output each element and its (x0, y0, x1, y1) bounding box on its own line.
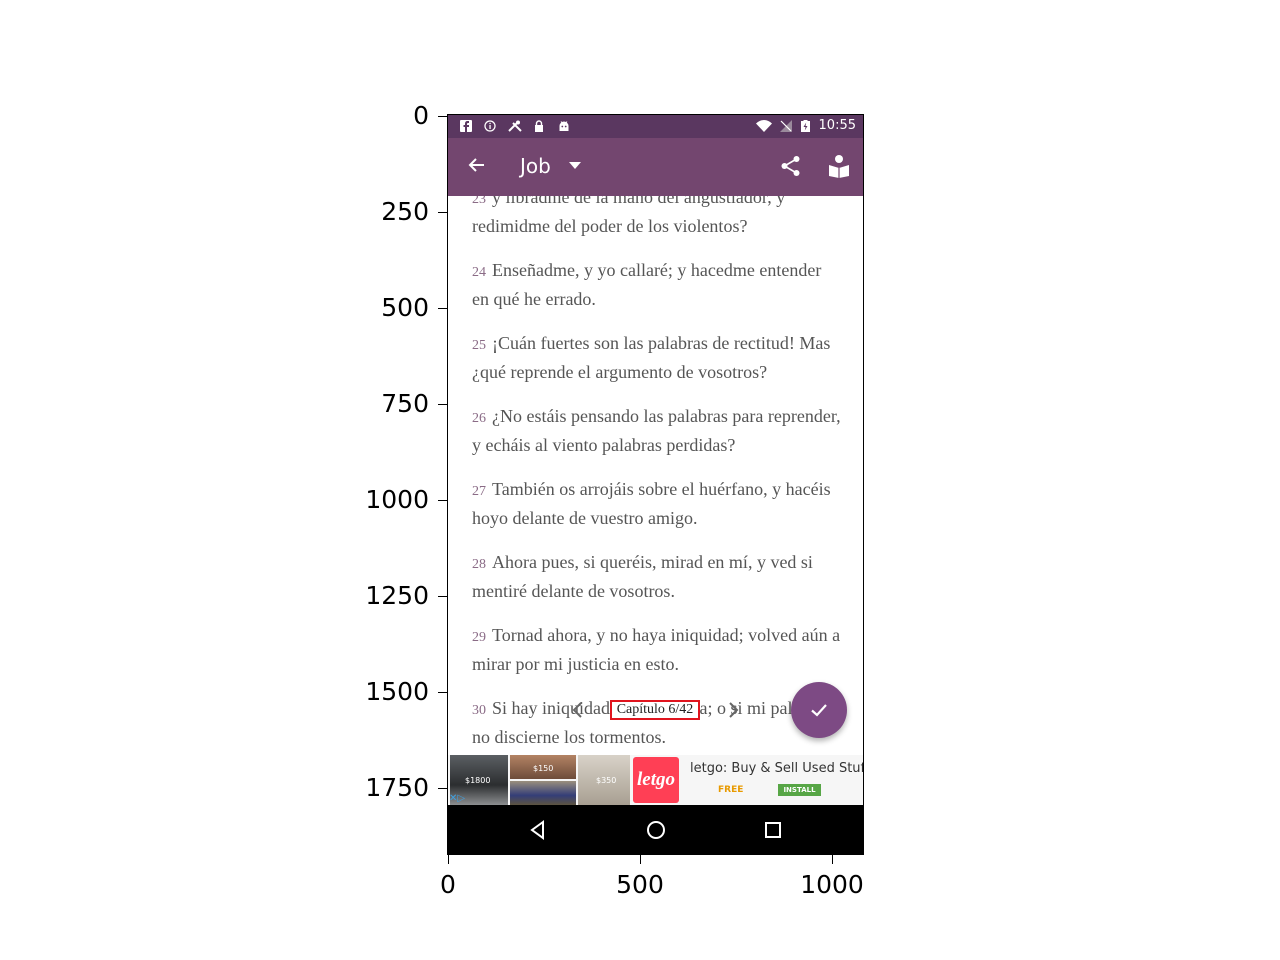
app-bar: Job (448, 138, 863, 196)
info-icon (484, 120, 496, 132)
check-icon (809, 700, 829, 724)
verse[interactable]: 24 Enseñadme, y yo callaré; y hacedme ent… (472, 257, 842, 312)
y-tick-label: 250 (381, 197, 429, 226)
verse-text: Enseñadme, y yo callaré; y hacedme enten… (472, 260, 822, 309)
ad-image-couch: $150 (510, 755, 576, 779)
verse-number: 27 (472, 484, 486, 499)
dropdown-caret-icon[interactable] (569, 162, 581, 169)
x-tick-label: 1000 (800, 870, 864, 899)
mark-read-button[interactable] (791, 682, 847, 738)
battery-charging-icon (801, 120, 810, 132)
verse[interactable]: 26 ¿No estáis pensando las palabras para … (472, 403, 842, 458)
home-circle-icon[interactable] (645, 819, 667, 841)
share-icon[interactable] (780, 155, 802, 177)
system-nav-bar (448, 805, 863, 854)
verse[interactable]: 28 Ahora pues, si queréis, mirad en mí, y… (472, 549, 842, 604)
ad-choices-icon[interactable]: ✕▷ (449, 793, 465, 804)
tools-icon (507, 120, 523, 132)
y-tick-label: 750 (381, 389, 429, 418)
wifi-icon (756, 120, 772, 132)
verse-text: ¿No estáis pensando las palabras para re… (472, 406, 841, 455)
status-time: 10:55 (818, 118, 856, 133)
verse-text: Ahora pues, si queréis, mirad en mí, y v… (472, 552, 813, 601)
verse-number: 25 (472, 338, 486, 353)
verse[interactable]: 27 También os arrojáis sobre el huérfano,… (472, 476, 842, 531)
y-tick-label: 1250 (365, 581, 429, 610)
verse-text: Tornad ahora, y no haya iniquidad; volve… (472, 625, 841, 674)
verse-number: 24 (472, 265, 486, 280)
lock-icon (533, 120, 545, 132)
recents-square-icon[interactable] (762, 819, 784, 841)
phone-screen: 10:55 Job 23 y libradme de la mano del an… (448, 115, 863, 854)
verse[interactable]: 29 Tornad ahora, y no haya iniquidad; vol… (472, 622, 842, 677)
y-tick-label: 1000 (365, 485, 429, 514)
ad-banner[interactable]: $1800 $150 $350 letgo letgo: Buy & Sell … (448, 755, 863, 805)
verse[interactable]: 25 ¡Cuán fuertes son las palabras de rect… (472, 330, 842, 385)
ad-image-bike (510, 781, 576, 805)
ad-price: $1800 (465, 776, 491, 785)
letgo-logo: letgo (633, 757, 679, 803)
next-chapter-icon[interactable] (723, 699, 743, 721)
ad-price: $350 (596, 776, 617, 785)
ad-install-button[interactable]: INSTALL (778, 784, 821, 796)
book-title[interactable]: Job (520, 154, 551, 178)
back-triangle-icon[interactable] (528, 819, 550, 841)
x-tick-label: 0 (440, 870, 456, 899)
ad-image-item: $350 (578, 755, 630, 805)
verse-number: 29 (472, 630, 486, 645)
ad-price: $150 (533, 764, 554, 773)
verse[interactable]: 23 y libradme de la mano del angustiador,… (472, 196, 842, 239)
verse-text: También os arrojáis sobre el huérfano, y… (472, 479, 831, 528)
android-icon (558, 120, 570, 132)
y-tick-label: 1750 (365, 773, 429, 802)
book-reader-icon[interactable] (828, 154, 850, 178)
y-tick-label: 1500 (365, 677, 429, 706)
back-arrow-icon[interactable] (464, 152, 490, 178)
previous-chapter-icon[interactable] (568, 699, 588, 721)
verse-text: ¡Cuán fuertes son las palabras de rectit… (472, 333, 831, 382)
chapter-label: Capítulo 6/42 (610, 700, 700, 720)
x-tick-label: 500 (616, 870, 664, 899)
no-signal-icon (780, 120, 792, 132)
facebook-icon (460, 120, 472, 132)
y-tick-label: 500 (381, 293, 429, 322)
y-tick-label: 0 (413, 101, 429, 130)
verse-number: 28 (472, 557, 486, 572)
verse-number: 23 (472, 196, 486, 207)
verse-list: 23 y libradme de la mano del angustiador,… (448, 196, 863, 756)
ad-title: letgo: Buy & Sell Used Stuff (690, 761, 863, 776)
verse-text: y libradme de la mano del angustiador, y… (472, 196, 786, 236)
status-bar: 10:55 (448, 115, 863, 138)
verse-number: 26 (472, 411, 486, 426)
ad-price-free: FREE (718, 785, 744, 795)
